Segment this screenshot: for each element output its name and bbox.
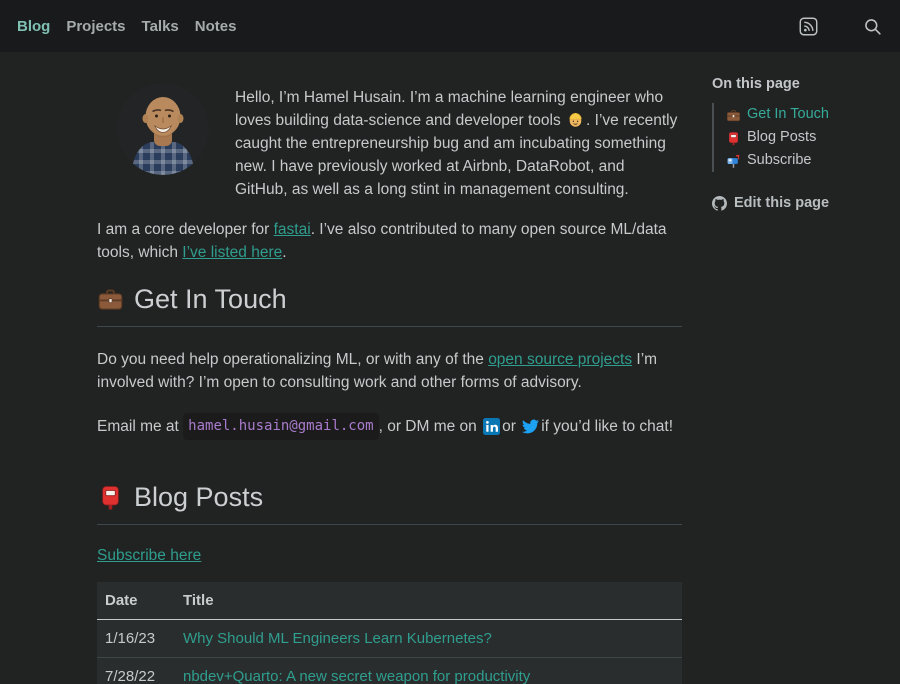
toc-item-get-in-touch[interactable]: Get In Touch <box>726 103 897 126</box>
nav-item-blog[interactable]: Blog <box>17 18 50 35</box>
email-text-3: or <box>502 415 516 438</box>
subscribe-here-link[interactable]: Subscribe here <box>97 547 201 564</box>
nav-item-notes[interactable]: Notes <box>195 18 237 35</box>
postbox-icon <box>97 484 124 511</box>
briefcase-icon <box>726 107 741 122</box>
construction-worker-icon <box>567 111 584 128</box>
table-header-row: Date Title <box>97 582 682 620</box>
briefcase-icon <box>97 286 124 313</box>
email-text-1: Email me at <box>97 415 179 438</box>
linkedin-icon[interactable] <box>483 418 500 435</box>
page: Blog Projects Talks Notes <box>0 0 900 684</box>
section-get-in-touch: Get In Touch Do you need help operationa… <box>97 284 682 440</box>
listed-here-link[interactable]: I’ve listed here <box>182 244 282 261</box>
main-content: Hello, I’m Hamel Husain. I’m a machine l… <box>97 52 682 684</box>
nav-item-projects[interactable]: Projects <box>66 18 125 35</box>
edit-this-page-row[interactable]: Edit this page <box>712 195 897 211</box>
fastai-link[interactable]: fastai <box>274 221 311 238</box>
open-source-projects-link[interactable]: open source projects <box>488 351 632 368</box>
second-paragraph: I am a core developer for fastai. I’ve a… <box>97 218 682 264</box>
email-paragraph: Email me at hamel.husain@gmail.com, or D… <box>97 413 682 440</box>
post-title-link[interactable]: Why Should ML Engineers Learn Kubernetes… <box>183 630 492 647</box>
toc-link-get-in-touch[interactable]: Get In Touch <box>747 103 829 126</box>
intro-row: Hello, I’m Hamel Husain. I’m a machine l… <box>97 83 682 201</box>
title-column-header: Title <box>175 582 682 620</box>
email-text-4: if you’d like to chat! <box>541 415 673 438</box>
toc-link-subscribe[interactable]: Subscribe <box>747 149 811 172</box>
table-row: 7/28/22 nbdev+Quarto: A new secret weapo… <box>97 658 682 684</box>
post-title-link[interactable]: nbdev+Quarto: A new secret weapon for pr… <box>183 668 530 684</box>
nav-item-talks[interactable]: Talks <box>142 18 179 35</box>
email-text-2: , or DM me on <box>379 415 477 438</box>
blog-posts-heading: Blog Posts <box>97 482 682 525</box>
toc-item-blog-posts[interactable]: Blog Posts <box>726 126 897 149</box>
post-date: 7/28/22 <box>97 658 175 684</box>
toc-list: Get In Touch Blog Posts Subscribe <box>712 103 897 172</box>
intro-paragraph: Hello, I’m Hamel Husain. I’m a machine l… <box>235 86 679 201</box>
portrait-photo <box>117 83 209 175</box>
toc-item-subscribe[interactable]: Subscribe <box>726 149 897 172</box>
table-row: 1/16/23 Why Should ML Engineers Learn Ku… <box>97 620 682 658</box>
toc-link-blog-posts[interactable]: Blog Posts <box>747 126 816 149</box>
consult-text-1: Do you need help operationalizing ML, or… <box>97 351 488 368</box>
subscribe-paragraph: Subscribe here <box>97 544 682 567</box>
blog-posts-title: Blog Posts <box>134 482 263 513</box>
get-in-touch-title: Get In Touch <box>134 284 287 315</box>
edit-this-page-link[interactable]: Edit this page <box>734 195 829 211</box>
get-in-touch-heading: Get In Touch <box>97 284 682 327</box>
rss-icon[interactable] <box>799 17 818 36</box>
on-this-page-sidebar: On this page Get In Touch Blog Posts Sub… <box>712 52 897 211</box>
date-column-header: Date <box>97 582 175 620</box>
mailbox-icon <box>726 153 741 168</box>
email-address[interactable]: hamel.husain@gmail.com <box>183 413 378 440</box>
toc-title: On this page <box>712 76 897 92</box>
github-icon <box>712 196 727 211</box>
top-navbar: Blog Projects Talks Notes <box>0 0 900 52</box>
search-icon[interactable] <box>863 17 882 36</box>
postbox-icon <box>726 130 741 145</box>
consulting-paragraph: Do you need help operationalizing ML, or… <box>97 348 682 394</box>
p2-text-3: . <box>282 244 286 261</box>
section-blog-posts: Blog Posts Subscribe here Date Title 1/1… <box>97 482 682 684</box>
p2-text-1: I am a core developer for <box>97 221 274 238</box>
post-date: 1/16/23 <box>97 620 175 658</box>
twitter-icon[interactable] <box>522 418 539 435</box>
blog-posts-table: Date Title 1/16/23 Why Should ML Enginee… <box>97 582 682 684</box>
avatar <box>117 83 209 175</box>
